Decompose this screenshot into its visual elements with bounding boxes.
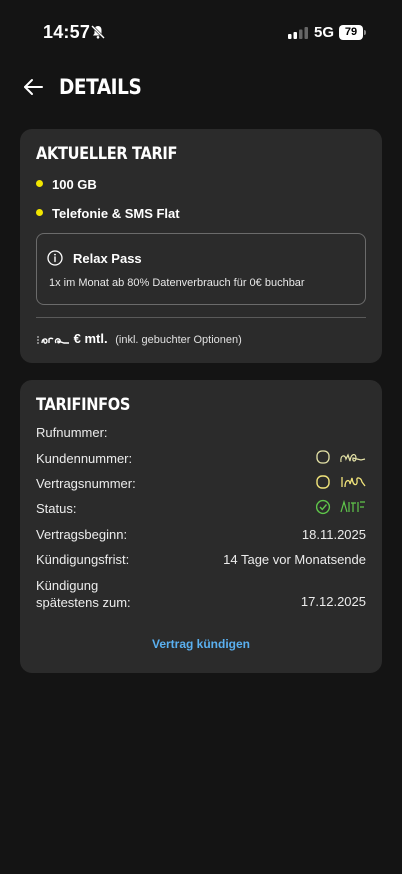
- info-label: Rufnummer:: [36, 425, 108, 440]
- bullet-dot: [36, 209, 43, 217]
- info-label: Vertragsbeginn:: [36, 527, 128, 542]
- current-tariff-card: AKTUELLER TARIF 100 GB Telefonie & SMS F…: [20, 129, 382, 363]
- check-circle-icon: [316, 499, 365, 515]
- redacted-value-mark: [316, 450, 366, 464]
- current-tariff-heading: AKTUELLER TARIF: [36, 144, 178, 164]
- cancel-contract-link[interactable]: Vertrag kündigen: [20, 637, 382, 651]
- info-icon: [47, 250, 63, 266]
- feature-item: Telefonie & SMS Flat: [36, 206, 180, 221]
- battery-level: 79: [339, 25, 363, 40]
- info-value: 14 Tage vor Monatsende: [223, 552, 366, 567]
- divider: [36, 317, 366, 318]
- pass-title: Relax Pass: [73, 251, 142, 266]
- redacted-value-mark: [316, 475, 366, 489]
- info-value: 18.11.2025: [301, 527, 366, 542]
- price-row: € mtl. (inkl. gebuchter Optionen): [36, 331, 242, 346]
- page-title: DETAILS: [59, 75, 142, 99]
- status-time: 14:57: [43, 22, 91, 42]
- redacted-price-mark: [37, 336, 69, 344]
- signal-icon: [288, 27, 308, 39]
- tariff-info-heading: TARIFINFOS: [36, 395, 131, 415]
- info-label: Status:: [36, 501, 77, 516]
- status-bar: 14:57 5G 79: [0, 0, 402, 64]
- info-label: Kündigungsfrist:: [36, 552, 130, 567]
- tariff-info-card: TARIFINFOS Rufnummer: Kundennummer: Vert…: [20, 380, 382, 673]
- bell-muted-icon: [91, 25, 105, 39]
- relax-pass-box[interactable]: Relax Pass 1x im Monat ab 80% Datenverbr…: [36, 233, 366, 305]
- back-arrow-icon[interactable]: [22, 76, 44, 98]
- price-note: (inkl. gebuchter Optionen): [115, 334, 242, 346]
- info-label: Kündigung spätestens zum:: [36, 578, 131, 610]
- battery-icon: 79: [339, 25, 367, 40]
- bullet-dot: [36, 180, 43, 188]
- network-type: 5G: [314, 24, 335, 41]
- info-label: Vertragsnummer:: [36, 476, 136, 491]
- info-label: Kundennummer:: [36, 451, 133, 466]
- pass-description: 1x im Monat ab 80% Datenverbrauch für 0€…: [49, 277, 305, 289]
- info-row-cancellation-deadline: Kündigung spätestens zum: 17.12.2025: [36, 577, 366, 611]
- price-suffix: € mtl.: [73, 331, 108, 346]
- info-value: 17.12.2025: [300, 594, 366, 609]
- feature-item: 100 GB: [36, 177, 97, 192]
